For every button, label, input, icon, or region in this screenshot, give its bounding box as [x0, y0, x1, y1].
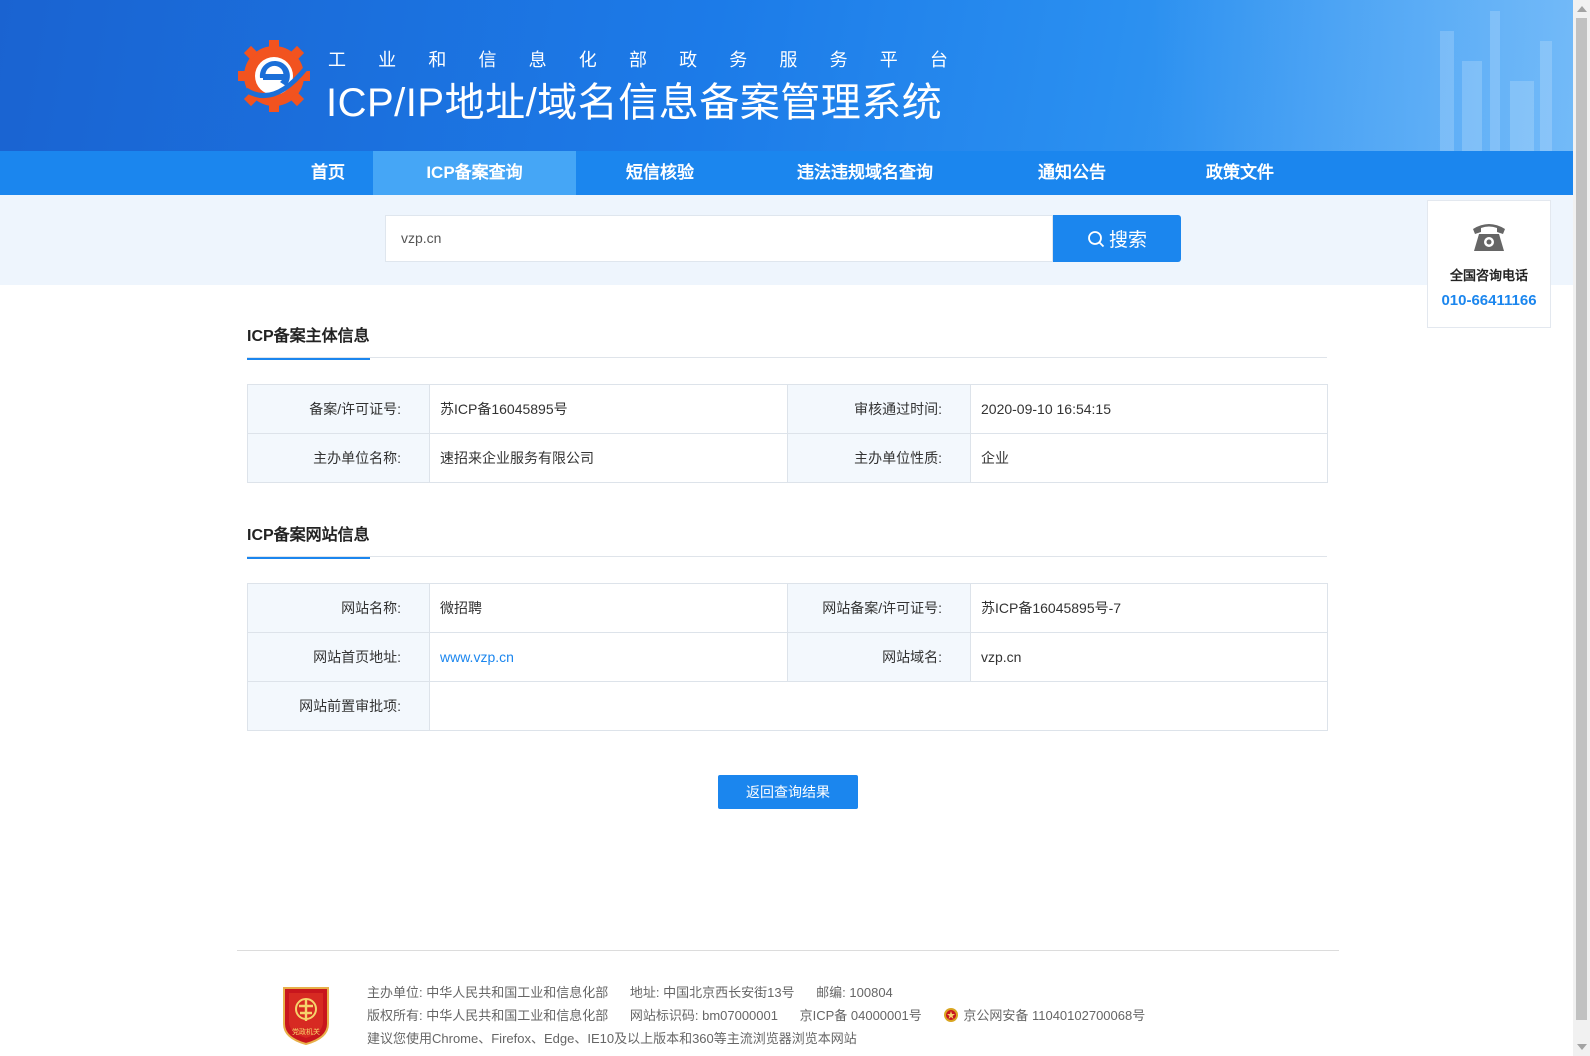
site-approval-value	[429, 681, 1328, 731]
police-badge-icon	[944, 1008, 959, 1022]
banner-building	[1440, 31, 1454, 151]
section-divider	[247, 357, 1327, 358]
organizer-type-label: 主办单位性质:	[787, 433, 971, 483]
site-name-value: 微招聘	[429, 583, 788, 633]
site-approval-label: 网站前置审批项:	[247, 681, 430, 731]
nav-notices[interactable]: 通知公告	[1012, 151, 1132, 195]
site-name-label: 网站名称:	[247, 583, 430, 633]
footer-browser-tip: 建议您使用Chrome、Firefox、Edge、IE10及以上版本和360等主…	[367, 1031, 857, 1046]
site-home-link[interactable]: www.vzp.cn	[440, 649, 514, 665]
footer-row-1: 主办单位: 中华人民共和国工业和信息化部 地址: 中国北京西长安街13号 邮编:…	[367, 982, 911, 1001]
table-row: 网站首页地址: www.vzp.cn 网站域名: vzp.cn	[247, 632, 1328, 682]
banner-subtitle-char: 务	[729, 50, 748, 70]
banner-subtitle-char: 工	[328, 50, 346, 70]
scrollbar-thumb[interactable]	[1576, 18, 1587, 1020]
license-label: 备案/许可证号:	[247, 384, 430, 434]
hotline-panel: 全国咨询电话 010-66411166	[1427, 200, 1551, 328]
banner-subtitle-char: 部	[628, 50, 647, 70]
footer-postcode: 邮编: 100804	[816, 985, 893, 1000]
main-nav: 首页 ICP备案查询 短信核验 违法违规域名查询 通知公告 政策文件	[0, 151, 1573, 195]
license-value: 苏ICP备16045895号	[429, 384, 788, 434]
hotline-label: 全国咨询电话	[1449, 268, 1528, 283]
nav-icp-query[interactable]: ICP备案查询	[373, 151, 576, 195]
organizer-name-value: 速招来企业服务有限公司	[429, 433, 788, 483]
footer-police-record[interactable]: 京公网安备 11040102700068号	[943, 1008, 1163, 1023]
banner-subtitle-char: 业	[378, 50, 397, 70]
banner-subtitle-char: 台	[929, 50, 948, 70]
footer-row-2: 版权所有: 中华人民共和国工业和信息化部 网站标识码: bm07000001 京…	[367, 1005, 1181, 1024]
banner-subtitle-char: 息	[528, 50, 547, 70]
search-button[interactable]: 搜索	[1053, 215, 1181, 262]
nav-sms-verify[interactable]: 短信核验	[600, 151, 720, 195]
banner-subtitle-char: 务	[829, 50, 848, 70]
website-info-table: 网站名称: 微招聘 网站备案/许可证号: 苏ICP备16045895号-7 网站…	[247, 583, 1328, 731]
banner-subtitle-char: 信	[478, 50, 497, 70]
header-banner: 工 业 和 信 息 化 部 政 务 服 务 平 台 ICP/IP地址/域名信息备案管理系统	[0, 0, 1573, 151]
approval-time-label: 审核通过时间:	[787, 384, 971, 434]
banner-subtitle-char: 政	[679, 50, 698, 70]
search-input[interactable]: vzp.cn	[385, 215, 1053, 262]
subject-section-title: ICP备案主体信息	[247, 322, 370, 360]
emblem-text: 党政机关	[292, 1027, 320, 1036]
organizer-name-label: 主办单位名称:	[247, 433, 430, 483]
search-button-label: 搜索	[1108, 230, 1147, 251]
footer-police-text: 京公网安备 11040102700068号	[963, 1008, 1146, 1023]
government-emblem-icon: 党政机关	[283, 987, 329, 1046]
banner-building	[1540, 41, 1552, 151]
footer-host: 主办单位: 中华人民共和国工业和信息化部	[367, 985, 609, 1000]
nav-illegal-domain[interactable]: 违法违规域名查询	[775, 151, 955, 195]
telephone-icon	[1473, 224, 1505, 251]
organizer-type-value: 企业	[970, 433, 1328, 483]
table-row: 网站前置审批项:	[247, 681, 1328, 731]
banner-building	[1462, 61, 1482, 151]
site-home-cell: www.vzp.cn	[429, 632, 788, 682]
search-icon	[1088, 230, 1105, 247]
banner-building	[1490, 11, 1500, 151]
website-section-title: ICP备案网站信息	[247, 521, 370, 559]
subject-section-title-text: ICP备案主体信息	[247, 328, 370, 345]
back-to-results-button[interactable]: 返回查询结果	[718, 775, 858, 809]
table-row: 主办单位名称: 速招来企业服务有限公司 主办单位性质: 企业	[247, 433, 1328, 483]
table-row: 备案/许可证号: 苏ICP备16045895号 审核通过时间: 2020-09-…	[247, 384, 1328, 434]
scroll-up-arrow-icon[interactable]	[1577, 6, 1587, 12]
system-title: ICP/IP地址/域名信息备案管理系统	[326, 81, 943, 125]
banner-subtitle: 工业和信息化部政务服务平台	[328, 46, 948, 72]
banner-subtitle-char: 化	[578, 50, 597, 70]
site-domain-label: 网站域名:	[787, 632, 971, 682]
site-domain-value: vzp.cn	[970, 632, 1328, 682]
banner-subtitle-char: 和	[428, 50, 447, 70]
banner-subtitle-char: 平	[879, 50, 898, 70]
site-license-value: 苏ICP备16045895号-7	[970, 583, 1328, 633]
footer-row-3: 建议您使用Chrome、Firefox、Edge、IE10及以上版本和360等主…	[367, 1028, 875, 1047]
site-license-label: 网站备案/许可证号:	[787, 583, 971, 633]
miit-logo-icon	[238, 40, 310, 112]
scroll-down-arrow-icon[interactable]	[1577, 1044, 1587, 1050]
hotline-number: 010-66411166	[1441, 292, 1537, 309]
banner-building	[1510, 81, 1534, 151]
site-home-label: 网站首页地址:	[247, 632, 430, 682]
footer-divider	[237, 950, 1339, 951]
footer-icp[interactable]: 京ICP备 04000001号	[800, 1008, 922, 1023]
footer-copyright: 版权所有: 中华人民共和国工业和信息化部	[367, 1008, 609, 1023]
section-divider	[247, 556, 1327, 557]
banner-subtitle-char: 服	[779, 50, 798, 70]
footer-address: 地址: 中国北京西长安街13号	[629, 985, 795, 1000]
website-section-title-text: ICP备案网站信息	[247, 527, 370, 544]
table-row: 网站名称: 微招聘 网站备案/许可证号: 苏ICP备16045895号-7	[247, 583, 1328, 633]
nav-policies[interactable]: 政策文件	[1180, 151, 1300, 195]
subject-info-table: 备案/许可证号: 苏ICP备16045895号 审核通过时间: 2020-09-…	[247, 384, 1328, 483]
approval-time-value: 2020-09-10 16:54:15	[970, 384, 1328, 434]
footer-site-id: 网站标识码: bm07000001	[629, 1008, 778, 1023]
nav-home[interactable]: 首页	[268, 151, 388, 195]
